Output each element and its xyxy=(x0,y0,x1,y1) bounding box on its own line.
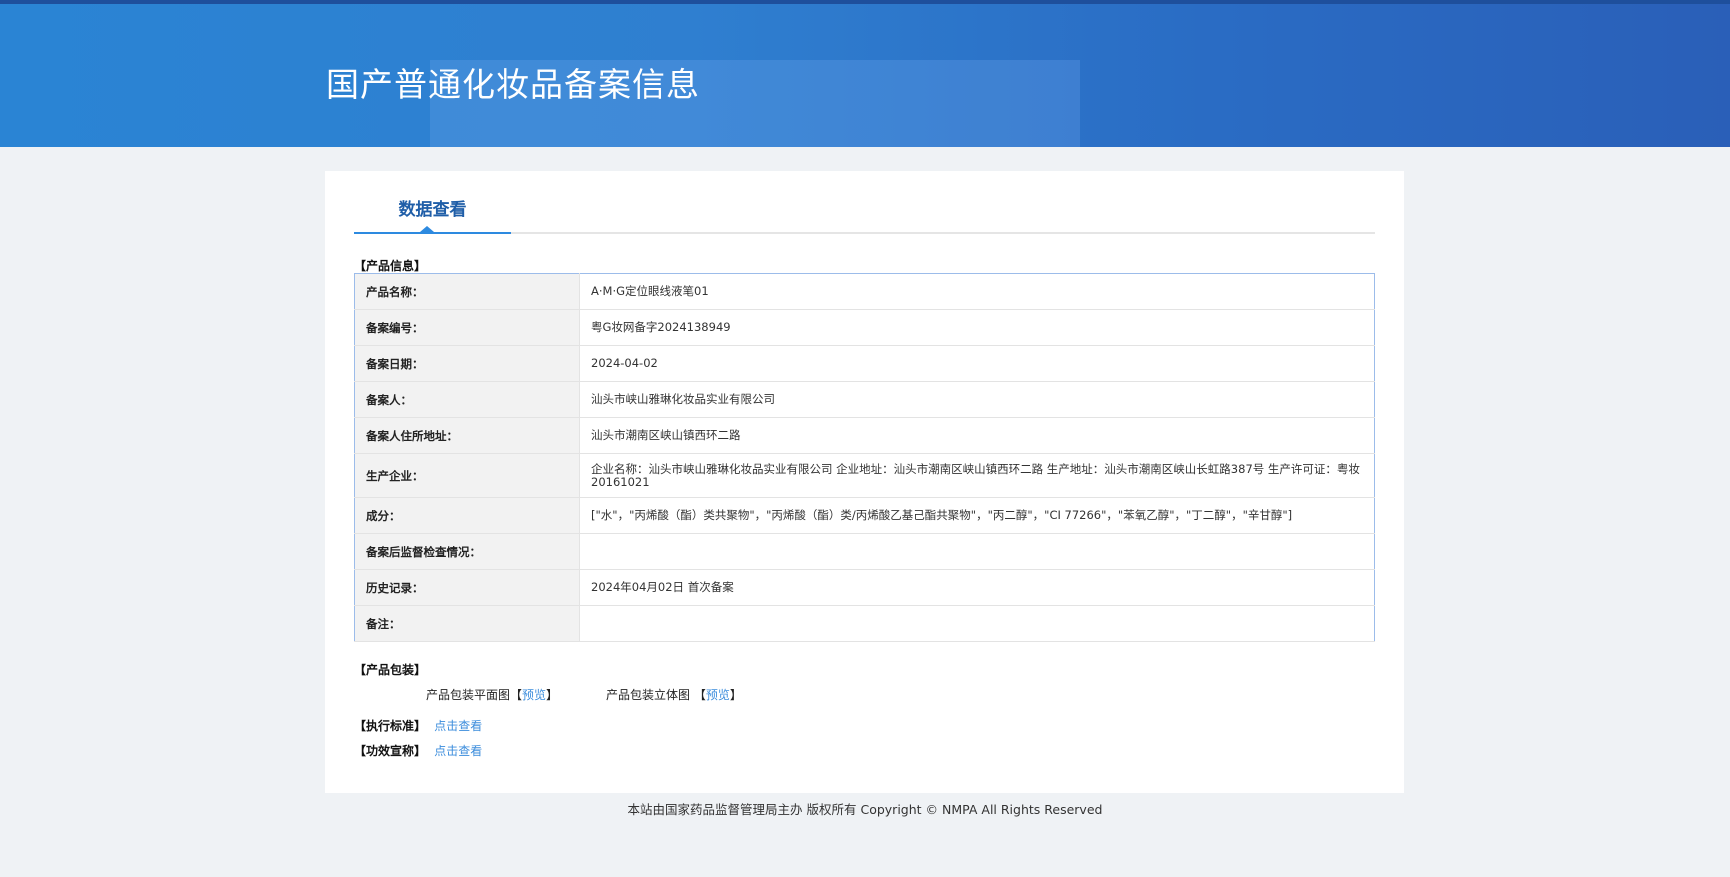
row-value: A·M·G定位眼线液笔01 xyxy=(579,273,1375,310)
table-row: 产品名称： A·M·G定位眼线液笔01 xyxy=(354,273,1375,310)
table-row: 备案后监督检查情况： xyxy=(354,533,1375,570)
row-value: 企业名称：汕头市峡山雅琳化妆品实业有限公司 企业地址：汕头市潮南区峡山镇西环二路… xyxy=(579,453,1375,498)
table-row: 成分： ["水"，"丙烯酸（酯）类共聚物"，"丙烯酸（酯）类/丙烯酸乙基己酯共聚物… xyxy=(354,497,1375,534)
claim-view-link[interactable]: 点击查看 xyxy=(434,744,482,758)
packaging-flat-label: 产品包装平面图 xyxy=(426,688,511,702)
table-row: 备注： xyxy=(354,605,1375,642)
table-row: 历史记录： 2024年04月02日 首次备案 xyxy=(354,569,1375,606)
tab-data-view[interactable]: 数据查看 xyxy=(354,195,511,220)
standard-label: 【执行标准】 xyxy=(354,719,427,733)
claim-label: 【功效宣称】 xyxy=(354,744,427,758)
row-label: 备案日期： xyxy=(354,345,580,382)
bracket: 【 xyxy=(693,688,706,702)
row-value: 2024-04-02 xyxy=(579,345,1375,382)
content-card: 数据查看 【产品信息】 产品名称： A·M·G定位眼线液笔01 备案编号： 粤G妆网备… xyxy=(325,171,1404,793)
table-row: 备案人： 汕头市峡山雅琳化妆品实业有限公司 xyxy=(354,381,1375,418)
row-value: 粤G妆网备字2024138949 xyxy=(579,309,1375,346)
row-label: 备注： xyxy=(354,605,580,642)
row-label: 成分： xyxy=(354,497,580,534)
row-label: 产品名称： xyxy=(354,273,580,310)
packaging-flat: 产品包装平面图【预览】 xyxy=(426,686,558,703)
table-row: 备案日期： 2024-04-02 xyxy=(354,345,1375,382)
bracket: 】 xyxy=(729,688,742,702)
product-info-heading: 【产品信息】 xyxy=(354,259,427,273)
packaging-flat-preview-link[interactable]: 预览 xyxy=(522,688,546,702)
packaging-heading: 【产品包装】 xyxy=(354,663,427,677)
row-label: 生产企业： xyxy=(354,453,580,498)
row-label: 备案编号： xyxy=(354,309,580,346)
row-label: 备案人： xyxy=(354,381,580,418)
footer-copyright: 本站由国家药品监督管理局主办 版权所有 Copyright © NMPA All… xyxy=(627,802,1103,817)
tab-active-underline xyxy=(354,232,511,234)
standard-view-link[interactable]: 点击查看 xyxy=(434,719,482,733)
row-value xyxy=(579,533,1375,570)
standard-row: 【执行标准】 点击查看 xyxy=(354,717,482,734)
table-row: 备案人住所地址： 汕头市潮南区峡山镇西环二路 xyxy=(354,417,1375,454)
page-title: 国产普通化妆品备案信息 xyxy=(326,65,700,104)
header-banner: 国产普通化妆品备案信息 xyxy=(0,0,1730,147)
packaging-solid-label: 产品包装立体图 xyxy=(606,688,691,702)
packaging-solid-preview-link[interactable]: 预览 xyxy=(706,688,730,702)
table-row: 生产企业： 企业名称：汕头市峡山雅琳化妆品实业有限公司 企业地址：汕头市潮南区峡山… xyxy=(354,453,1375,498)
tab-active-indicator-icon xyxy=(420,226,434,232)
row-label: 备案人住所地址： xyxy=(354,417,580,454)
row-value: 汕头市潮南区峡山镇西环二路 xyxy=(579,417,1375,454)
row-value xyxy=(579,605,1375,642)
row-value: 汕头市峡山雅琳化妆品实业有限公司 xyxy=(579,381,1375,418)
table-row: 备案编号： 粤G妆网备字2024138949 xyxy=(354,309,1375,346)
row-label: 备案后监督检查情况： xyxy=(354,533,580,570)
bracket: 】 xyxy=(546,688,559,702)
row-value: ["水"，"丙烯酸（酯）类共聚物"，"丙烯酸（酯）类/丙烯酸乙基己酯共聚物"，"… xyxy=(579,497,1375,534)
product-info-table: 产品名称： A·M·G定位眼线液笔01 备案编号： 粤G妆网备字2024138949 备… xyxy=(354,273,1375,642)
row-label: 历史记录： xyxy=(354,569,580,606)
packaging-solid: 产品包装立体图 【预览】 xyxy=(606,686,742,703)
bracket: 【 xyxy=(510,688,523,702)
claim-row: 【功效宣称】 点击查看 xyxy=(354,742,482,759)
row-value: 2024年04月02日 首次备案 xyxy=(579,569,1375,606)
